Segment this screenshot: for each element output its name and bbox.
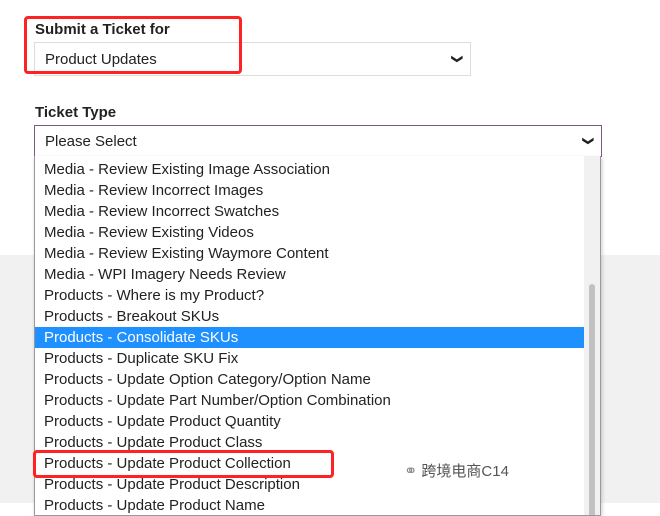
- dropdown-option[interactable]: Media - Review Incorrect Images: [35, 180, 600, 201]
- dropdown-option[interactable]: Products - Duplicate SKU Fix: [35, 348, 600, 369]
- scrollbar[interactable]: [584, 156, 600, 515]
- dropdown-option[interactable]: Products - Consolidate SKUs: [35, 327, 584, 348]
- chevron-down-icon: ❯: [450, 54, 463, 64]
- dropdown-option[interactable]: Media - WPI Imagery Needs Review: [35, 264, 600, 285]
- annotation-box: [33, 450, 334, 478]
- ticket-type-value: Please Select: [45, 132, 137, 150]
- dropdown-option[interactable]: Products - Update Option Category/Option…: [35, 369, 600, 390]
- ticket-type-select[interactable]: Please Select ❯: [34, 125, 602, 157]
- watermark: ⚭ 跨境电商C14: [404, 460, 509, 481]
- dropdown-option[interactable]: Products - Where is my Product?: [35, 285, 600, 306]
- wechat-icon: ⚭: [404, 462, 418, 480]
- dropdown-option[interactable]: Products - Update Product Quantity: [35, 411, 600, 432]
- dropdown-option[interactable]: Media - Review Existing Image Associatio…: [35, 159, 600, 180]
- watermark-text: 跨境电商C14: [421, 463, 509, 480]
- annotation-box: [24, 16, 242, 74]
- chevron-down-icon: ❯: [581, 136, 594, 146]
- dropdown-option[interactable]: Products - Update Product Name: [35, 495, 600, 515]
- scrollbar-thumb[interactable]: [589, 284, 595, 515]
- dropdown-option[interactable]: Media - Review Existing Waymore Content: [35, 243, 600, 264]
- dropdown-option[interactable]: Media - Review Incorrect Swatches: [35, 201, 600, 222]
- dropdown-option[interactable]: Media - Review Existing Videos: [35, 222, 600, 243]
- dropdown-option[interactable]: Products - Update Part Number/Option Com…: [35, 390, 600, 411]
- dropdown-option[interactable]: Products - Breakout SKUs: [35, 306, 600, 327]
- ticket-type-label: Ticket Type: [35, 104, 117, 121]
